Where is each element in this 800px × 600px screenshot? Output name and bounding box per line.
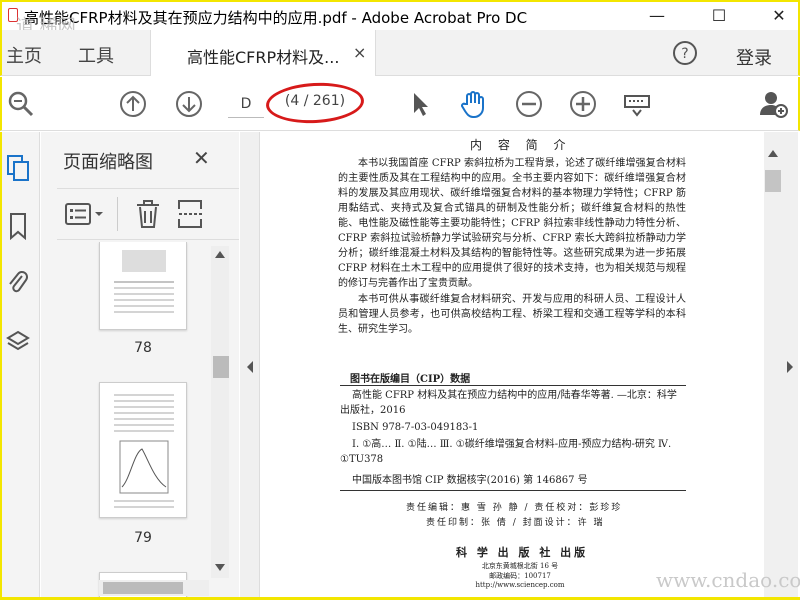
watermark-bottom-right: www.cndao.com [656,568,800,592]
publisher-zip: 邮政编码：100717 [489,572,551,580]
bookmark-icon[interactable] [6,212,30,240]
publisher-name: 科 学 出 版 社 出版 [456,546,589,559]
cip-line-2: ISBN 978-7-03-049183-1 [352,422,479,433]
document-tab-label: 高性能CFRP材料及... [187,48,340,67]
expand-right-arrow-icon[interactable] [784,360,796,374]
credit-line-2: 责任印制：张 倩 / 封面设计：许 瑞 [426,518,605,528]
zoom-search-icon[interactable] [6,89,36,119]
cip-rule-top [340,385,686,386]
title-bar: 高性能CFRP材料及其在预应力结构中的应用.pdf - Adobe Acroba… [0,0,800,37]
document-scroll-thumb[interactable] [765,170,781,192]
scroll-up-arrow-icon[interactable] [213,248,227,260]
document-vertical-scrollbar[interactable] [764,132,782,600]
extract-pages-icon[interactable] [177,199,205,229]
collapse-left-arrow-icon[interactable] [244,360,256,374]
toolbar: D (4 / 261) [0,77,800,131]
panel-close-button[interactable]: ✕ [193,146,210,170]
left-navigation-rail [0,132,40,600]
cip-title: 图书在版编目（CIP）数据 [350,374,471,385]
scroll-down-arrow-icon[interactable] [213,562,227,574]
page-heading: 内 容 简 介 [470,138,572,152]
doc-scroll-up-arrow-icon[interactable] [767,148,779,158]
previous-page-icon[interactable] [118,89,148,119]
svg-text:?: ? [681,46,688,62]
maximize-button[interactable]: ☐ [704,4,734,28]
document-page-view: 内 容 简 介 本书以我国首座 CFRP 索斜拉桥为工程背景，论述了碳纤维增强复… [260,132,764,600]
hand-tool-icon[interactable] [458,89,488,119]
layers-icon[interactable] [6,328,30,356]
cip-line-3: Ⅰ. ①高… Ⅱ. ①陆… Ⅲ. ①碳纤维增强复合材料-应用-预应力结构-研究 … [340,439,672,465]
thumbnail-hscroll-thumb[interactable] [103,582,183,594]
publisher-website: http://www.sciencep.com [475,581,565,589]
thumbnail-options-icon[interactable] [65,201,105,227]
page-thumbnail-preview [114,394,174,508]
select-cursor-icon[interactable] [404,89,434,119]
next-page-icon[interactable] [174,89,204,119]
cip-rule-bottom [340,490,686,491]
menu-tab-row: 主页 工具 高性能CFRP材料及... × ? 登录 [0,30,800,76]
close-window-button[interactable]: ✕ [764,4,794,28]
cip-line-1: 高性能 CFRP 材料及其在预应力结构中的应用/陆春华等著. —北京：科学出版社… [340,390,677,416]
cip-line-4: 中国版本图书馆 CIP 数据核字(2016) 第 146867 号 [352,475,588,486]
thumbnail-panel: 页面缩略图 ✕ 78 79 [41,132,239,600]
keyboard-icon[interactable] [622,89,652,119]
thumbnail-vertical-scrollbar[interactable] [211,246,229,578]
document-tab[interactable]: 高性能CFRP材料及... × [150,30,376,76]
help-icon[interactable]: ? [672,40,698,66]
summary-paragraph: 本书以我国首座 CFRP 索斜拉桥为工程背景，论述了碳纤维增强复合材料的主要性质… [338,158,686,289]
page-thumbnails-icon[interactable] [6,154,30,182]
panel-toolbar [57,188,239,240]
page-number-input[interactable]: D [228,90,264,118]
right-panel-expand-handle[interactable] [782,132,798,600]
page-thumbnail-79[interactable] [99,382,187,518]
left-panel-collapse-handle[interactable] [240,132,260,600]
thumbnail-label: 79 [134,530,152,546]
minimize-button[interactable]: — [642,4,672,28]
add-user-icon[interactable] [758,89,788,119]
attachment-icon[interactable] [6,268,30,296]
audience-paragraph: 本书可供从事碳纤维复合材料研究、开发与应用的科研人员、工程设计人员和管理人员参考… [338,294,686,335]
panel-title: 页面缩略图 [63,152,153,173]
window-title: 高性能CFRP材料及其在预应力结构中的应用.pdf - Adobe Acroba… [24,9,528,27]
delete-page-icon[interactable] [135,199,161,229]
thumbnail-label: 78 [134,340,152,356]
page-thumbnail-preview [114,250,174,313]
highlight-annotation-ellipse [265,80,365,126]
login-button[interactable]: 登录 [736,44,772,70]
toolbar-divider [117,197,118,231]
credit-line-1: 责任编辑：惠 雪 孙 静 / 责任校对：彭珍珍 [406,503,623,513]
zoom-in-icon[interactable] [568,89,598,119]
tab-tools[interactable]: 工具 [78,42,114,68]
tab-home[interactable]: 主页 [6,42,42,68]
publisher-address: 北京东黄城根北街 16 号 [481,562,559,570]
document-tab-close-button[interactable]: × [353,43,366,62]
thumbnail-list: 78 79 [41,242,231,600]
page-thumbnail-78[interactable] [99,242,187,330]
thumbnail-scroll-thumb[interactable] [213,356,229,378]
zoom-out-icon[interactable] [514,89,544,119]
